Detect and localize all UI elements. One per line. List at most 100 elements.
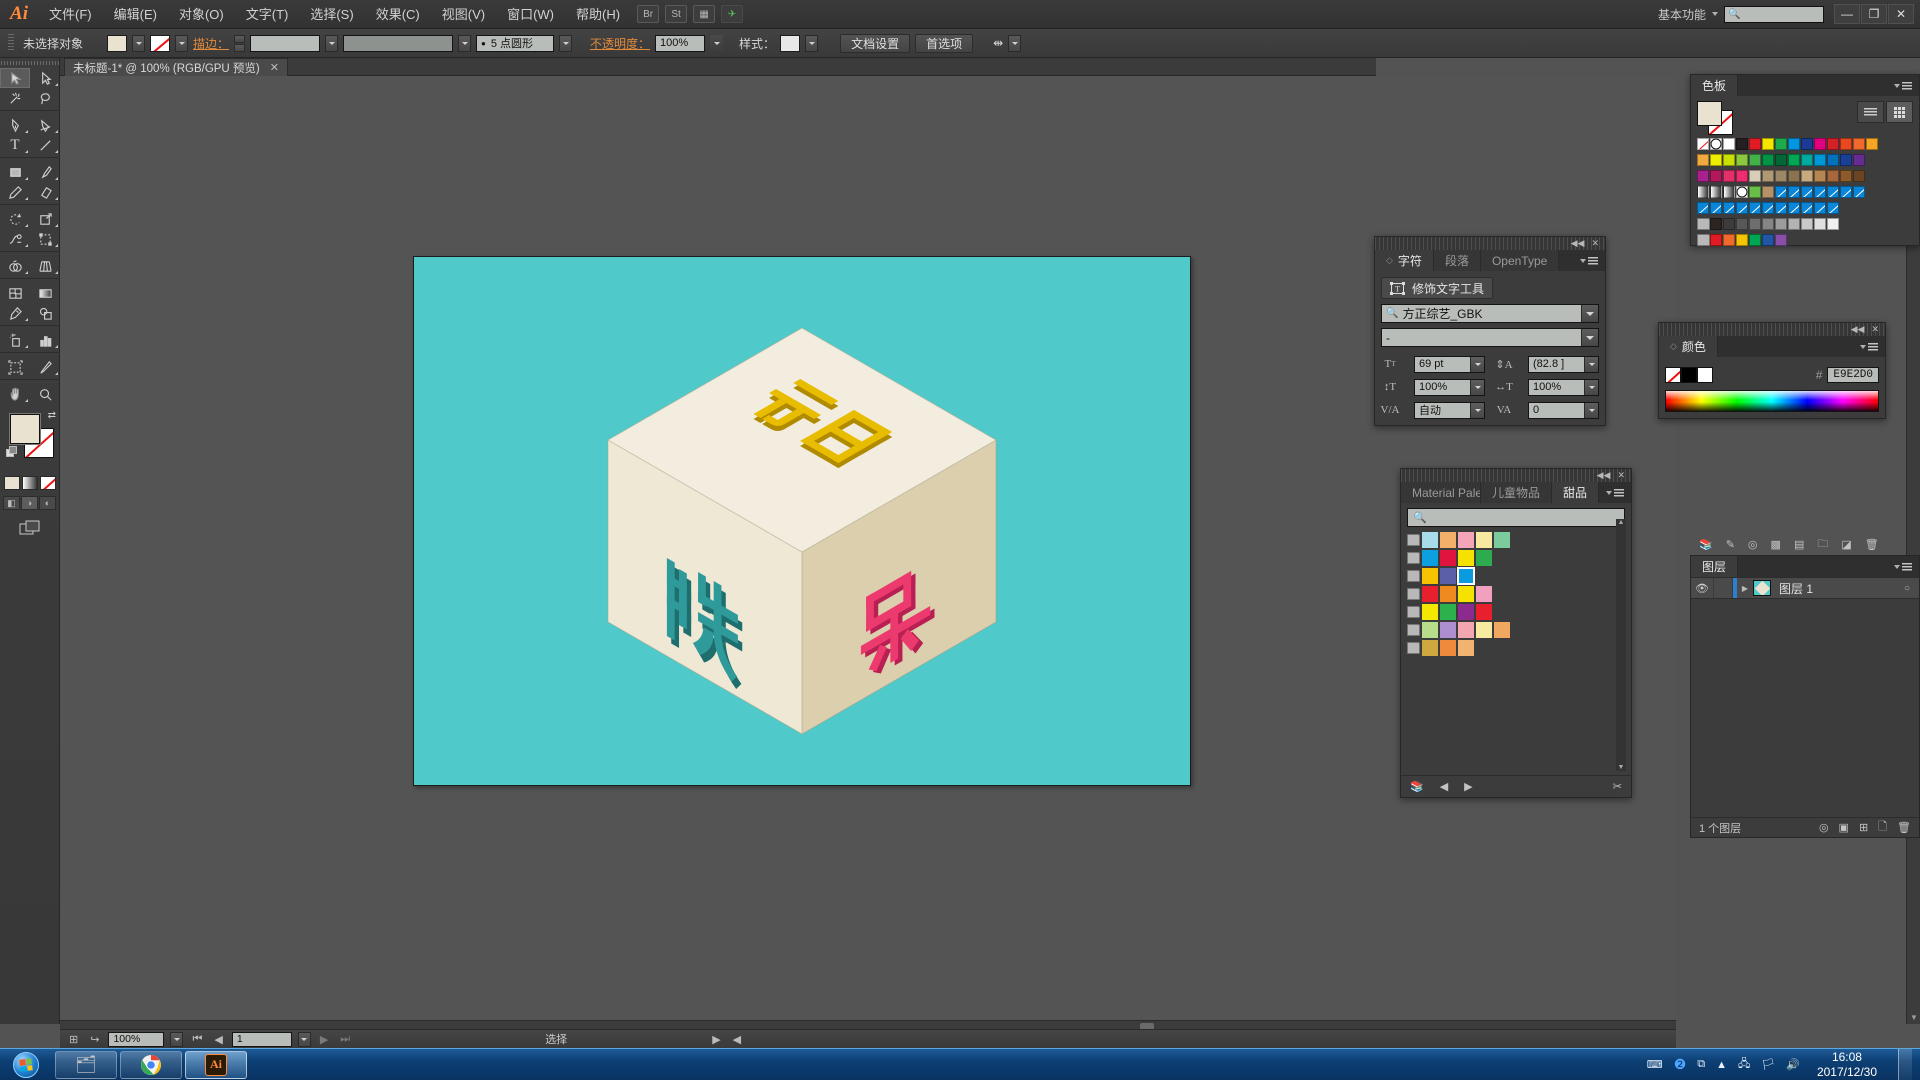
brushes-icon[interactable]: ✎ bbox=[1726, 538, 1735, 551]
slice-tool[interactable] bbox=[30, 357, 60, 377]
menu-view[interactable]: 视图(V) bbox=[431, 0, 496, 29]
swatch[interactable] bbox=[1866, 138, 1878, 150]
status-expand-icon[interactable]: ▶ bbox=[709, 1033, 723, 1046]
security-icon[interactable]: 🏳 bbox=[1761, 1058, 1775, 1071]
scale-tool[interactable] bbox=[30, 209, 60, 229]
swatch[interactable] bbox=[1775, 234, 1787, 246]
layers-panel-menu[interactable] bbox=[1887, 556, 1919, 577]
swatch[interactable] bbox=[1801, 218, 1813, 230]
swatch-pattern[interactable] bbox=[1775, 202, 1787, 214]
folder-icon[interactable] bbox=[1407, 552, 1420, 564]
clock[interactable]: 16:08 2017/12/30 bbox=[1811, 1050, 1883, 1080]
swatch-gradient[interactable] bbox=[1723, 186, 1735, 198]
document-tab[interactable]: 未标题-1* @ 100% (RGB/GPU 预览) ✕ bbox=[64, 58, 288, 76]
draw-inside-button[interactable]: ◐ bbox=[39, 496, 56, 510]
tab-desserts[interactable]: 甜品 bbox=[1551, 482, 1599, 503]
material-scrollbar[interactable]: ▲ ▼ bbox=[1616, 519, 1626, 771]
opacity-label[interactable]: 不透明度： bbox=[590, 35, 650, 52]
swatch[interactable] bbox=[1762, 138, 1774, 150]
column-graph-tool[interactable] bbox=[30, 330, 60, 350]
swatch-pattern[interactable] bbox=[1775, 186, 1787, 198]
character-panel-header[interactable]: ◀◀ ✕ bbox=[1375, 237, 1605, 250]
pen-tool[interactable] bbox=[0, 115, 30, 135]
swatch[interactable] bbox=[1853, 154, 1865, 166]
artboard[interactable] bbox=[413, 256, 1191, 786]
menu-type[interactable]: 文字(T) bbox=[235, 0, 300, 29]
document-setup-button[interactable]: 文档设置 bbox=[840, 33, 911, 53]
lock-toggle[interactable] bbox=[1713, 578, 1733, 598]
material-swatch[interactable] bbox=[1458, 640, 1474, 656]
material-swatch[interactable] bbox=[1458, 604, 1474, 620]
material-swatch[interactable] bbox=[1458, 550, 1474, 566]
artboard-dropdown-arrow[interactable] bbox=[297, 1031, 311, 1047]
swatch[interactable] bbox=[1801, 138, 1813, 150]
material-swatch[interactable] bbox=[1422, 622, 1438, 638]
prev-icon[interactable]: ◀ bbox=[1440, 780, 1448, 793]
swatch-pattern[interactable] bbox=[1710, 202, 1722, 214]
swatch[interactable] bbox=[1736, 138, 1748, 150]
pencil-tool[interactable] bbox=[0, 182, 30, 202]
artwork-isometric-cube[interactable] bbox=[602, 322, 1002, 740]
rotate-tool[interactable] bbox=[0, 209, 30, 229]
swatch[interactable] bbox=[1762, 186, 1774, 198]
horizontal-scale-field[interactable]: 100% bbox=[1528, 378, 1599, 396]
horizontal-scale-arrow[interactable] bbox=[1584, 379, 1598, 395]
scroll-down-icon[interactable]: ▼ bbox=[1907, 1010, 1920, 1024]
swatch-registration[interactable] bbox=[1736, 186, 1748, 198]
kerning-field[interactable]: 自动 bbox=[1414, 401, 1485, 419]
shape-builder-tool[interactable] bbox=[0, 256, 30, 276]
swatch[interactable] bbox=[1723, 170, 1735, 182]
stroke-dropdown-arrow[interactable] bbox=[175, 34, 189, 52]
last-artboard-icon[interactable]: ⏭ bbox=[337, 1033, 353, 1046]
close-button[interactable]: ✕ bbox=[1888, 4, 1914, 24]
material-panel-header[interactable]: ◀◀ ✕ bbox=[1401, 469, 1631, 482]
tracking-arrow[interactable] bbox=[1584, 402, 1598, 418]
swatch[interactable] bbox=[1775, 170, 1787, 182]
folder-icon[interactable] bbox=[1407, 588, 1420, 600]
artboard-number-field[interactable]: 1 bbox=[231, 1031, 292, 1047]
hex-value-field[interactable]: E9E2D0 bbox=[1827, 367, 1879, 383]
menu-edit[interactable]: 编辑(E) bbox=[103, 0, 168, 29]
swatch[interactable] bbox=[1710, 234, 1722, 246]
line-segment-tool[interactable] bbox=[30, 135, 60, 155]
lasso-tool[interactable] bbox=[30, 88, 60, 108]
color-mode-button[interactable] bbox=[3, 476, 20, 490]
stock-button[interactable]: St bbox=[665, 5, 688, 23]
tracking-field[interactable]: 0 bbox=[1528, 401, 1599, 419]
swatch-pattern[interactable] bbox=[1827, 186, 1839, 198]
preferences-button[interactable]: 首选项 bbox=[915, 33, 974, 53]
swatches-fill-swatch[interactable] bbox=[1697, 101, 1722, 126]
swatch[interactable] bbox=[1736, 170, 1748, 182]
zoom-tool[interactable] bbox=[30, 384, 60, 404]
material-swatch[interactable] bbox=[1440, 622, 1456, 638]
material-swatch[interactable] bbox=[1422, 568, 1438, 584]
blend-tool[interactable] bbox=[30, 303, 60, 323]
kerning-arrow[interactable] bbox=[1470, 402, 1484, 418]
tracking-stepper[interactable] bbox=[1516, 402, 1525, 419]
next-icon[interactable]: ▶ bbox=[1464, 780, 1472, 793]
vertical-scale-stepper[interactable] bbox=[1402, 379, 1411, 396]
tab-swatches[interactable]: 色板 bbox=[1691, 75, 1739, 96]
swatch[interactable] bbox=[1801, 154, 1813, 166]
material-swatch[interactable] bbox=[1476, 604, 1492, 620]
material-swatch-row[interactable] bbox=[1407, 640, 1625, 656]
collapse-icon[interactable]: ◀◀ bbox=[1851, 324, 1865, 335]
maximize-button[interactable]: ❐ bbox=[1861, 4, 1887, 24]
material-swatch[interactable] bbox=[1440, 604, 1456, 620]
swatch[interactable] bbox=[1736, 154, 1748, 166]
tab-character[interactable]: ◇ 字符 bbox=[1375, 250, 1434, 271]
swatch[interactable] bbox=[1840, 138, 1852, 150]
none-color-swatch[interactable] bbox=[1665, 367, 1681, 383]
swatch[interactable] bbox=[1710, 154, 1722, 166]
make-clipping-mask-icon[interactable]: ▣ bbox=[1839, 821, 1849, 834]
swatch[interactable] bbox=[1775, 138, 1787, 150]
stroke-label[interactable]: 描边： bbox=[193, 35, 229, 52]
swatch[interactable] bbox=[1853, 138, 1865, 150]
material-swatch[interactable] bbox=[1440, 550, 1456, 566]
perspective-grid-tool[interactable] bbox=[30, 256, 60, 276]
search-input[interactable]: 🔍 bbox=[1724, 5, 1824, 23]
swatch-pattern[interactable] bbox=[1814, 202, 1826, 214]
artboard-nav-icon[interactable]: ⊞ bbox=[66, 1033, 81, 1046]
close-icon[interactable]: ✕ bbox=[1871, 324, 1879, 335]
font-family-combo[interactable]: 🔍 方正综艺_GBK bbox=[1381, 304, 1599, 323]
